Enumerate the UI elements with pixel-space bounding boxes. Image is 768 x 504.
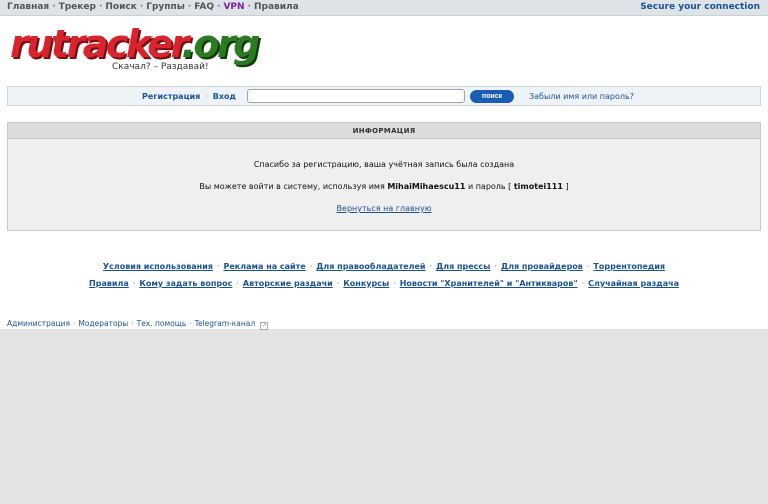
separator: · (586, 262, 590, 271)
footer-link-rules[interactable]: Правила (89, 279, 129, 288)
nav-tracker[interactable]: Трекер (59, 2, 96, 12)
separator: · (393, 279, 396, 288)
separator: · (336, 279, 340, 288)
top-nav: Главная · Трекер · Поиск · Группы · FAQ · VPN · Прав… (7, 2, 299, 12)
logo-wordmark: rutracker.org (10, 22, 260, 66)
back-link-wrap: Вернуться на главную (8, 204, 760, 213)
registration-message: Спасибо за регистрацию, ваша учётная зап… (253, 160, 515, 169)
separator: · (72, 319, 76, 328)
separator: · (247, 2, 251, 12)
password-value: timotei111 (513, 182, 563, 191)
separator: · (139, 2, 144, 12)
bottom-link-tech-support[interactable]: Тех. помощь (137, 319, 187, 328)
nav-rules[interactable]: Правила (254, 2, 299, 12)
login-links: Регистрация · Вход (142, 92, 236, 101)
separator: · (309, 262, 313, 271)
nav-faq[interactable]: FAQ (194, 2, 214, 12)
logo-text-org: .org (181, 22, 260, 66)
separator: · (236, 279, 239, 288)
info-box: ИНФОРМАЦИЯ Спасибо за регистрацию, ваша … (7, 122, 761, 231)
login-link[interactable]: Вход (213, 92, 236, 101)
bottom-link-moderators[interactable]: Модераторы (78, 319, 128, 328)
password-prefix: и пароль [ (467, 182, 512, 191)
separator: · (187, 2, 192, 12)
separator: · (217, 2, 221, 12)
login-bar: Регистрация · Вход поиск Забыли имя или па… (7, 86, 761, 106)
search-input[interactable] (247, 89, 465, 103)
nav-vpn[interactable]: VPN (223, 2, 244, 12)
footer-link-who-to-ask[interactable]: Кому задать вопрос (139, 279, 232, 288)
nav-home[interactable]: Главная (7, 2, 49, 12)
back-to-home-link[interactable]: Вернуться на главную (337, 204, 432, 213)
footer-link-torrentopedia[interactable]: Торрентопедия (593, 262, 665, 271)
separator: · (132, 279, 136, 288)
footer-link-providers[interactable]: Для провайдеров (501, 262, 583, 271)
credentials-message: Вы можете войти в систему, используя имя… (8, 182, 760, 191)
bottom-link-administration[interactable]: Администрация (7, 319, 70, 328)
footer-link-press[interactable]: Для прессы (436, 262, 490, 271)
top-bar: Главная · Трекер · Поиск · Группы · FAQ · VPN · Прав… (0, 0, 768, 16)
separator: · (429, 262, 433, 271)
footer-link-contests[interactable]: Конкурсы (343, 279, 389, 288)
logo-text-main: rutracker (10, 22, 184, 66)
forgot-password-link[interactable]: Забыли имя или пароль? (529, 92, 634, 101)
separator: · (205, 92, 208, 101)
footer-links-row-2: Правила · Кому задать вопрос · Авторские раз… (0, 279, 768, 288)
footer-link-author-releases[interactable]: Авторские раздачи (243, 279, 333, 288)
logo-slogan: Скачал? – Раздавай! (112, 62, 209, 72)
bottom-nav: Администрация · Модераторы · Тех. помощь · Tel… (7, 319, 269, 330)
info-header: ИНФОРМАЦИЯ (8, 123, 760, 139)
footer-link-ads[interactable]: Реклама на сайте (224, 262, 306, 271)
separator: · (131, 319, 134, 328)
bottom-link-telegram[interactable]: Telegram-канал (195, 319, 256, 328)
nav-search[interactable]: Поиск (105, 2, 136, 12)
search-button[interactable]: поиск (470, 90, 514, 103)
separator: · (98, 2, 103, 12)
login-prefix: Вы можете войти в систему, используя имя (199, 182, 385, 191)
separator: · (216, 262, 220, 271)
footer-links-row-1: Условия использования · Реклама на сайте · Д… (0, 262, 768, 271)
username-value: MihaiMihaescu11 (387, 182, 466, 191)
nav-groups[interactable]: Группы (146, 2, 185, 12)
page: Главная · Трекер · Поиск · Группы · FAQ · VPN · Прав… (0, 0, 768, 330)
footer-link-terms[interactable]: Условия использования (103, 262, 213, 271)
separator: · (581, 279, 585, 288)
external-link-icon[interactable]: ↗ (260, 322, 269, 330)
separator: · (494, 262, 497, 271)
footer-link-copyright[interactable]: Для правообладателей (316, 262, 425, 271)
separator: · (189, 319, 192, 328)
site-logo[interactable]: rutracker.org Скачал? – Раздавай! (10, 24, 260, 76)
password-suffix: ] (565, 182, 569, 191)
separator: · (52, 2, 56, 12)
footer-link-random-release[interactable]: Случайная раздача (588, 279, 679, 288)
register-link[interactable]: Регистрация (142, 92, 200, 101)
secure-connection-link[interactable]: Secure your connection (640, 2, 760, 12)
footer-link-keepers-news[interactable]: Новости "Хранителей" и "Антикваров" (400, 279, 578, 288)
